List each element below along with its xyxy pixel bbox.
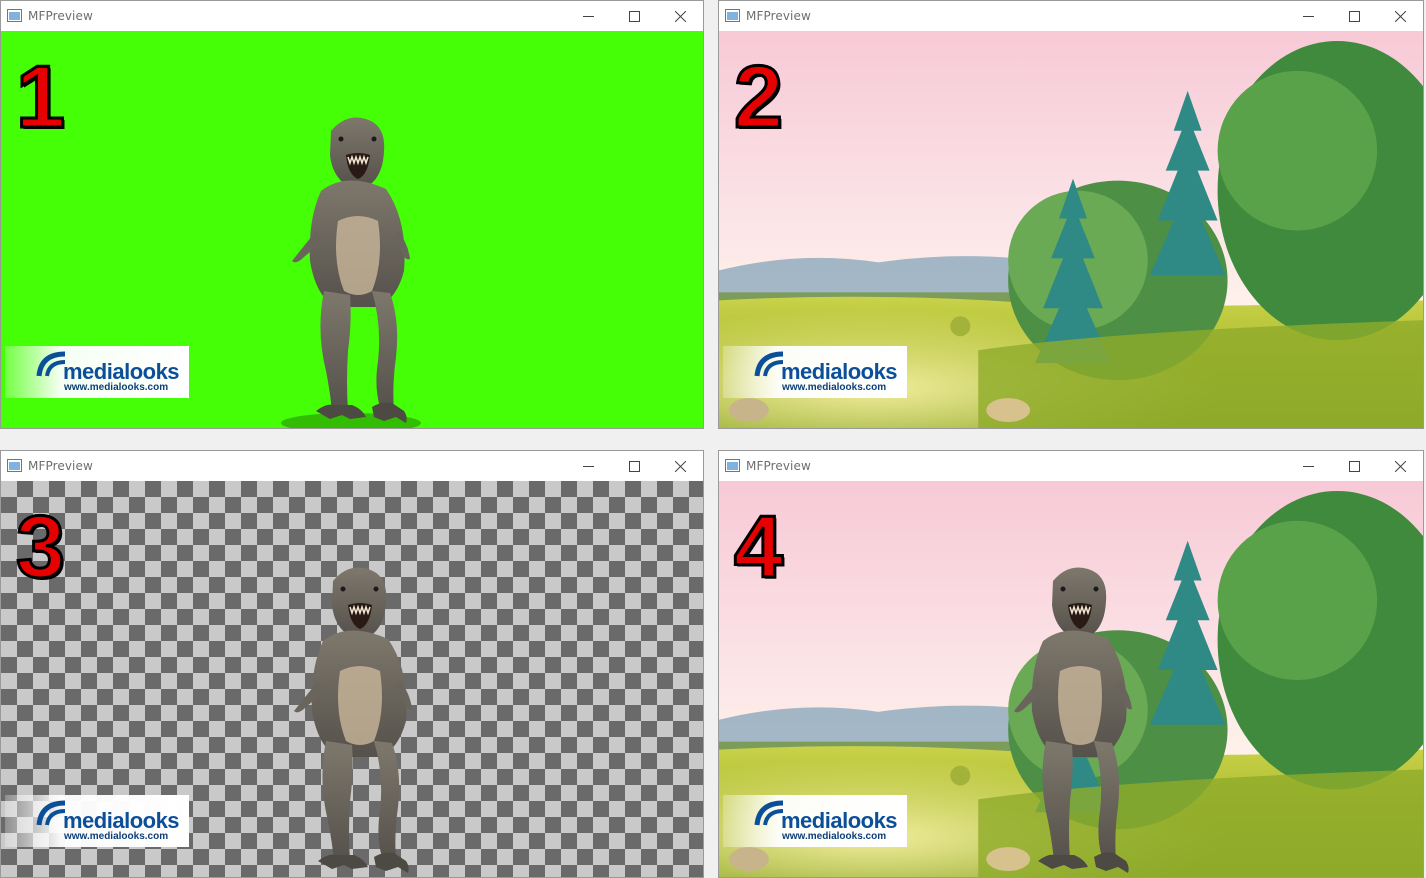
video-preview: 1 medialooks www.medialooks.com bbox=[1, 31, 703, 428]
number-badge: 4 bbox=[733, 497, 785, 596]
close-button[interactable] bbox=[657, 1, 703, 31]
window-title: MFPreview bbox=[28, 459, 93, 473]
close-icon bbox=[674, 10, 686, 22]
app-window-icon bbox=[7, 9, 22, 22]
video-preview: 2 medialooks www.medialooks.com bbox=[719, 31, 1423, 428]
title-bar[interactable]: MFPreview bbox=[719, 1, 1423, 31]
video-preview: 4 medialooks www.medialooks.com bbox=[719, 481, 1423, 877]
minimize-icon bbox=[1302, 15, 1314, 17]
dinosaur-image bbox=[281, 116, 421, 428]
number-badge: 2 bbox=[733, 47, 785, 146]
logo-url: www.medialooks.com bbox=[782, 831, 887, 842]
app-window-icon bbox=[7, 459, 22, 472]
dinosaur-image bbox=[293, 566, 413, 874]
dinosaur-image bbox=[1013, 566, 1133, 874]
video-preview: 3 medialooks www.medialooks.com bbox=[1, 481, 703, 877]
window-title: MFPreview bbox=[28, 9, 93, 23]
title-bar[interactable]: MFPreview bbox=[719, 451, 1423, 481]
close-button[interactable] bbox=[1377, 1, 1423, 31]
preview-window-4: MFPreview 4 medialooks www.medialooks.co… bbox=[718, 450, 1424, 878]
maximize-icon bbox=[1348, 460, 1360, 472]
title-bar[interactable]: MFPreview bbox=[1, 1, 703, 31]
minimize-button[interactable] bbox=[565, 1, 611, 31]
medialooks-logo: medialooks www.medialooks.com bbox=[723, 795, 907, 847]
minimize-icon bbox=[582, 15, 594, 17]
close-button[interactable] bbox=[657, 451, 703, 481]
title-bar[interactable]: MFPreview bbox=[1, 451, 703, 481]
window-title: MFPreview bbox=[746, 9, 811, 23]
close-icon bbox=[674, 460, 686, 472]
preview-window-1: MFPreview 1 medialooks www.medialooks.co… bbox=[0, 0, 704, 429]
maximize-icon bbox=[628, 10, 640, 22]
minimize-button[interactable] bbox=[565, 451, 611, 481]
minimize-icon bbox=[582, 465, 594, 467]
logo-url: www.medialooks.com bbox=[782, 382, 887, 393]
window-title: MFPreview bbox=[746, 459, 811, 473]
logo-url: www.medialooks.com bbox=[64, 382, 169, 393]
medialooks-logo: medialooks www.medialooks.com bbox=[723, 346, 907, 398]
medialooks-logo: medialooks www.medialooks.com bbox=[5, 346, 189, 398]
medialooks-logo: medialooks www.medialooks.com bbox=[5, 795, 189, 847]
app-window-icon bbox=[725, 9, 740, 22]
close-button[interactable] bbox=[1377, 451, 1423, 481]
logo-url: www.medialooks.com bbox=[64, 831, 169, 842]
app-window-icon bbox=[725, 459, 740, 472]
minimize-button[interactable] bbox=[1285, 1, 1331, 31]
close-icon bbox=[1394, 10, 1406, 22]
maximize-button[interactable] bbox=[1331, 451, 1377, 481]
maximize-icon bbox=[1348, 10, 1360, 22]
number-badge: 3 bbox=[15, 497, 67, 596]
maximize-icon bbox=[628, 460, 640, 472]
close-icon bbox=[1394, 460, 1406, 472]
minimize-button[interactable] bbox=[1285, 451, 1331, 481]
preview-window-3: MFPreview 3 medialooks www.medialooks.co… bbox=[0, 450, 704, 878]
maximize-button[interactable] bbox=[1331, 1, 1377, 31]
number-badge: 1 bbox=[15, 47, 67, 146]
preview-window-2: MFPreview 2 medialooks www.medialooks.co… bbox=[718, 0, 1424, 429]
minimize-icon bbox=[1302, 465, 1314, 467]
maximize-button[interactable] bbox=[611, 451, 657, 481]
maximize-button[interactable] bbox=[611, 1, 657, 31]
